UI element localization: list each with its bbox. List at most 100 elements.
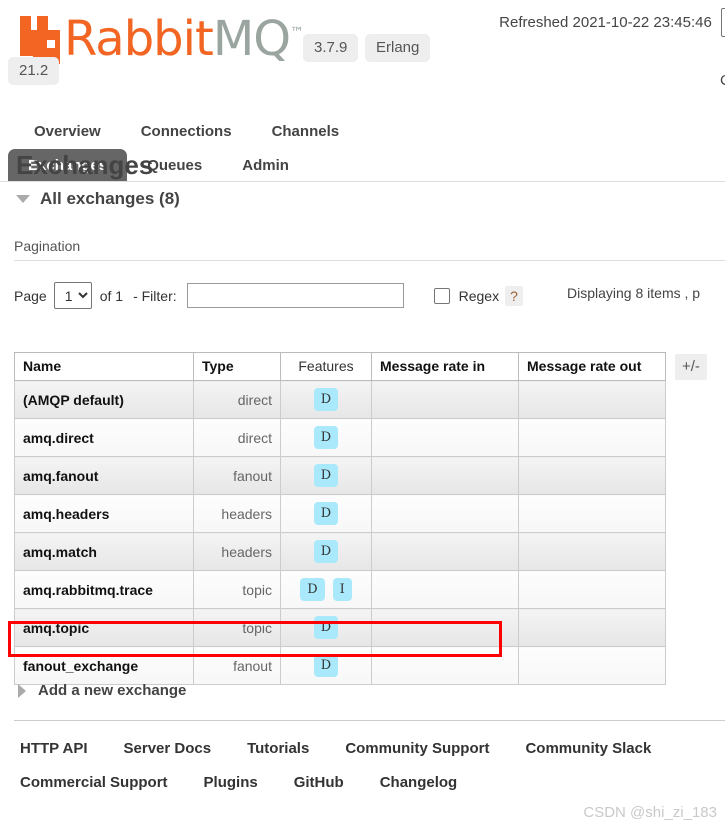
- cell-exchange-type: headers: [193, 494, 281, 533]
- chevron-down-icon[interactable]: [16, 195, 30, 203]
- feature-badge-durable: D: [313, 464, 339, 487]
- cell-message-rate-in: [371, 646, 519, 685]
- cell-exchange-features: D: [280, 418, 372, 457]
- regex-help-icon[interactable]: ?: [505, 285, 523, 306]
- cell-exchange-type: direct: [193, 380, 281, 419]
- table-header-row: Name Type Features Message rate in Messa…: [14, 352, 666, 381]
- tab-admin[interactable]: Admin: [222, 149, 309, 182]
- filter-input[interactable]: [186, 283, 404, 308]
- footer-link-community-slack[interactable]: Community Slack: [525, 740, 651, 757]
- cell-message-rate-out: [518, 570, 666, 609]
- footer-links: HTTP API Server Docs Tutorials Community…: [20, 731, 725, 799]
- cell-exchange-name[interactable]: amq.rabbitmq.trace: [14, 570, 194, 609]
- logo-wordmark: RabbitMQ™: [64, 8, 304, 64]
- rabbitmq-logo[interactable]: RabbitMQ™: [18, 8, 304, 64]
- cell-message-rate-in: [371, 570, 519, 609]
- page-total-label: of 1: [99, 287, 124, 304]
- tab-connections[interactable]: Connections: [121, 115, 252, 148]
- cluster-label: Cluster: [720, 72, 725, 89]
- pagination-controls: Page 1 of 1 - Filter: Regex ? Displaying…: [14, 282, 725, 309]
- section-title: All exchanges (8): [40, 189, 180, 208]
- page-label: Page: [14, 287, 47, 304]
- tab-overview[interactable]: Overview: [14, 115, 121, 148]
- cell-exchange-name[interactable]: amq.headers: [14, 494, 194, 533]
- footer-link-server-docs[interactable]: Server Docs: [124, 740, 212, 757]
- column-header-message-rate-out[interactable]: Message rate out: [518, 352, 666, 381]
- cell-message-rate-out: [518, 494, 666, 533]
- cell-exchange-type: topic: [193, 608, 281, 647]
- refresh-status: Refreshed 2021-10-22 23:45:46 Re: [499, 8, 725, 37]
- feature-badge-internal: I: [332, 578, 352, 601]
- feature-badge-durable: D: [313, 616, 339, 639]
- refresh-interval-button[interactable]: Re: [720, 8, 725, 37]
- nav-row-primary: Overview Connections Channels: [14, 115, 359, 148]
- cell-exchange-type: headers: [193, 532, 281, 571]
- table-row[interactable]: amq.match headers D: [14, 532, 666, 571]
- cell-message-rate-out: [518, 532, 666, 571]
- cell-exchange-type: fanout: [193, 646, 281, 685]
- cell-exchange-name[interactable]: amq.topic: [14, 608, 194, 647]
- footer-row-primary: HTTP API Server Docs Tutorials Community…: [20, 731, 725, 765]
- feature-badge-durable: D: [313, 502, 339, 525]
- cell-exchange-type: topic: [193, 570, 281, 609]
- cell-message-rate-out: [518, 608, 666, 647]
- page-header: RabbitMQ™ 3.7.9 Erlang 21.2 Refreshed 20…: [0, 0, 725, 105]
- chevron-right-icon[interactable]: [18, 683, 26, 698]
- cluster-info: Cluster rab: [720, 72, 725, 89]
- regex-label: Regex: [458, 287, 500, 304]
- cell-message-rate-out: [518, 646, 666, 685]
- page-select[interactable]: 1: [53, 282, 92, 309]
- exchanges-table-wrapper: Name Type Features Message rate in Messa…: [14, 352, 707, 685]
- column-toggle-button[interactable]: +/-: [675, 354, 707, 380]
- column-header-features: Features: [280, 352, 372, 381]
- table-row[interactable]: amq.fanout fanout D: [14, 456, 666, 495]
- tab-channels[interactable]: Channels: [252, 115, 360, 148]
- cell-message-rate-in: [371, 532, 519, 571]
- add-exchange-section-header[interactable]: Add a new exchange: [18, 682, 186, 699]
- table-row[interactable]: amq.topic topic D: [14, 608, 666, 647]
- feature-badge-durable: D: [313, 426, 339, 449]
- cell-message-rate-in: [371, 418, 519, 457]
- cell-message-rate-out: [518, 456, 666, 495]
- footer-link-http-api[interactable]: HTTP API: [20, 740, 88, 757]
- cell-exchange-features: D: [280, 532, 372, 571]
- table-row[interactable]: amq.rabbitmq.trace topic D I: [14, 570, 666, 609]
- cell-exchange-features: D: [280, 608, 372, 647]
- pagination-divider: [14, 260, 725, 261]
- cell-exchange-features: D: [280, 646, 372, 685]
- feature-badge-durable: D: [313, 540, 339, 563]
- all-exchanges-section-header[interactable]: All exchanges (8): [16, 189, 180, 209]
- refreshed-timestamp: Refreshed 2021-10-22 23:45:46: [499, 14, 712, 31]
- nav-divider: [0, 181, 725, 182]
- footer-link-tutorials[interactable]: Tutorials: [247, 740, 309, 757]
- column-header-name[interactable]: Name: [14, 352, 194, 381]
- footer-divider: [14, 720, 725, 721]
- footer-link-changelog[interactable]: Changelog: [380, 774, 458, 791]
- cell-exchange-features: D: [280, 380, 372, 419]
- footer-link-commercial-support[interactable]: Commercial Support: [20, 774, 168, 791]
- logo-word-mq: MQ: [212, 11, 291, 67]
- feature-badge-durable: D: [313, 388, 339, 411]
- footer-link-plugins[interactable]: Plugins: [204, 774, 258, 791]
- column-header-type[interactable]: Type: [193, 352, 281, 381]
- page-title: Exchanges: [16, 150, 154, 180]
- cell-message-rate-in: [371, 608, 519, 647]
- pagination-panel: Pagination Page 1 of 1 - Filter: Regex ?…: [14, 238, 725, 309]
- cell-exchange-name[interactable]: amq.direct: [14, 418, 194, 457]
- footer-link-community-support[interactable]: Community Support: [345, 740, 489, 757]
- cell-exchange-name[interactable]: amq.fanout: [14, 456, 194, 495]
- footer-link-github[interactable]: GitHub: [294, 774, 344, 791]
- cell-exchange-name[interactable]: fanout_exchange: [14, 646, 194, 685]
- table-row[interactable]: amq.direct direct D: [14, 418, 666, 457]
- cell-message-rate-in: [371, 456, 519, 495]
- cell-exchange-name[interactable]: (AMQP default): [14, 380, 194, 419]
- table-row[interactable]: (AMQP default) direct D: [14, 380, 666, 419]
- regex-checkbox[interactable]: [433, 287, 450, 304]
- pagination-label: Pagination: [14, 238, 81, 254]
- table-row-highlighted[interactable]: fanout_exchange fanout D: [14, 646, 666, 685]
- cell-exchange-name[interactable]: amq.match: [14, 532, 194, 571]
- cell-message-rate-in: [371, 494, 519, 533]
- table-row[interactable]: amq.headers headers D: [14, 494, 666, 533]
- cell-message-rate-in: [371, 380, 519, 419]
- column-header-message-rate-in[interactable]: Message rate in: [371, 352, 519, 381]
